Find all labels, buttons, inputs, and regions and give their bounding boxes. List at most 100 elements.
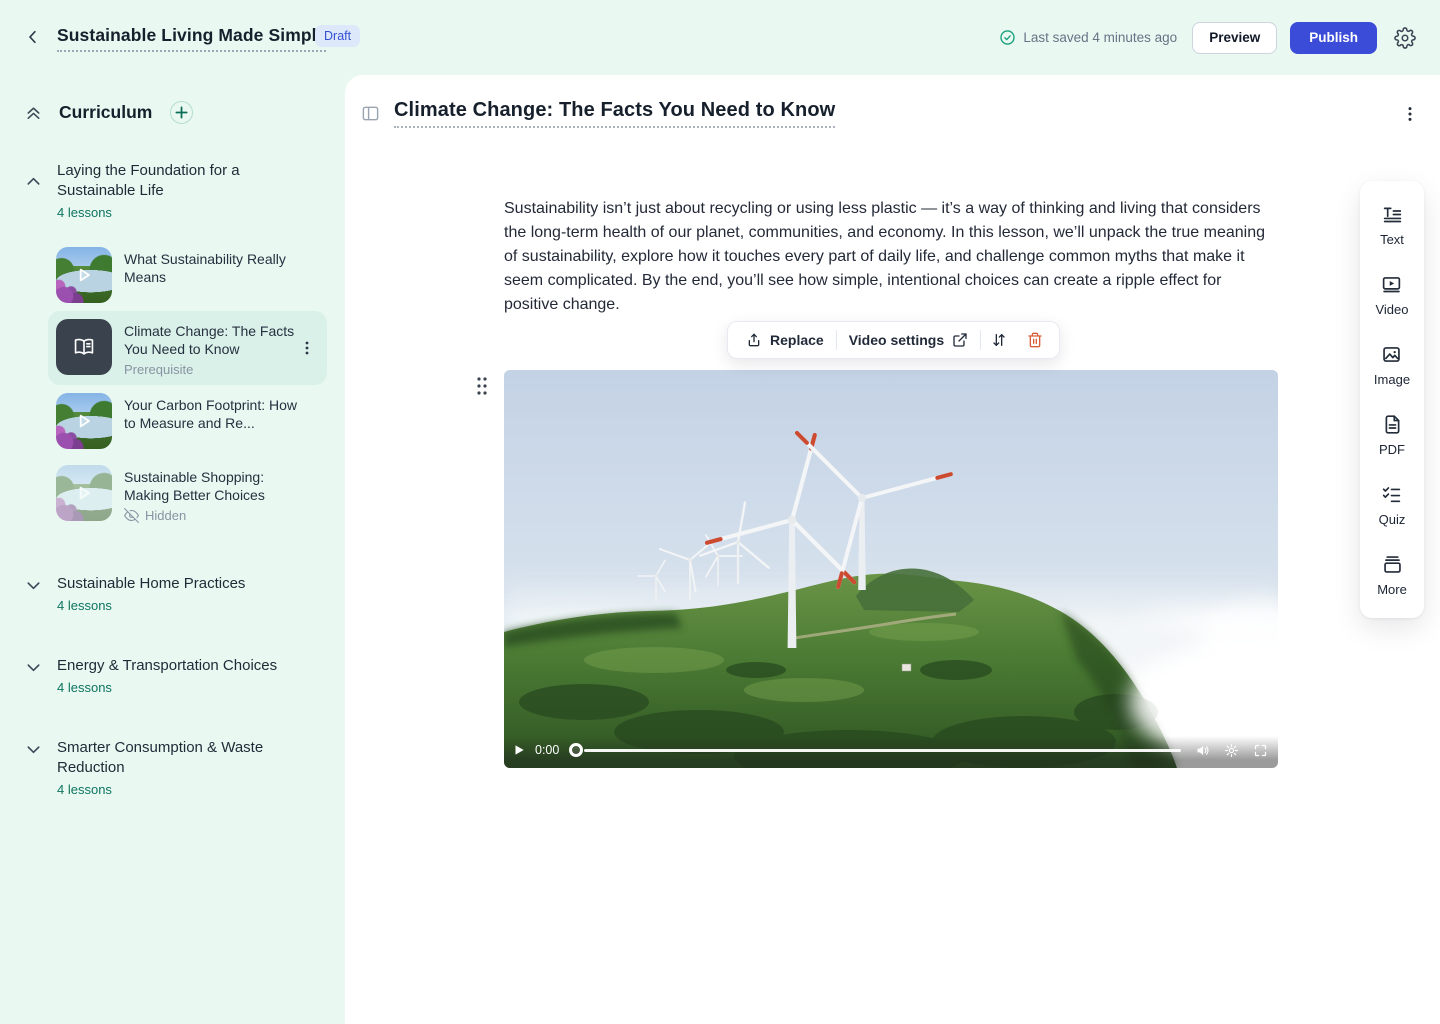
video-timestamp: 0:00 — [535, 743, 559, 757]
save-status: Last saved 4 minutes ago — [999, 29, 1177, 46]
player-settings-icon[interactable] — [1224, 743, 1239, 758]
topbar: Sustainable Living Made Simple Draft Las… — [0, 0, 1440, 75]
lesson-item-sustainable-shopping[interactable]: Sustainable Shopping: Making Better Choi… — [48, 457, 327, 531]
add-video-block-button[interactable]: Video — [1375, 274, 1408, 317]
block-drag-handle[interactable] — [476, 376, 488, 396]
plus-icon — [175, 106, 188, 119]
video-settings-button[interactable]: Video settings — [837, 322, 980, 358]
lesson-title: What Sustainability Really Means — [124, 250, 302, 286]
lesson-kebab-menu[interactable] — [299, 340, 315, 356]
section-title: Laying the Foundation for a Sustainable … — [57, 161, 292, 201]
lesson-count: 4 lessons — [57, 205, 292, 220]
block-label: More — [1377, 582, 1407, 597]
chevron-down-icon[interactable] — [24, 740, 43, 759]
video-thumbnail — [56, 393, 112, 449]
lesson-item-carbon-footprint[interactable]: Your Carbon Footprint: How to Measure an… — [48, 385, 327, 457]
open-book-icon — [71, 334, 97, 360]
scrubber-handle[interactable] — [569, 743, 583, 757]
play-icon — [56, 247, 112, 303]
gear-icon — [1394, 27, 1416, 49]
volume-icon[interactable] — [1195, 743, 1210, 758]
play-button[interactable] — [512, 743, 526, 757]
add-pdf-block-button[interactable]: PDF — [1379, 414, 1405, 457]
lesson-title: Climate Change: The Facts You Need to Kn… — [124, 322, 302, 358]
curriculum-header: Curriculum — [0, 75, 345, 124]
lesson-editor-canvas: Climate Change: The Facts You Need to Kn… — [345, 75, 1440, 1024]
fullscreen-icon[interactable] — [1253, 743, 1268, 758]
block-label: Quiz — [1379, 512, 1406, 527]
chevron-up-icon[interactable] — [24, 172, 43, 191]
play-icon — [56, 465, 112, 521]
section-header-2[interactable]: Sustainable Home Practices 4 lessons — [0, 574, 345, 613]
text-block-icon — [1382, 204, 1403, 225]
trash-icon — [1027, 332, 1043, 348]
more-blocks-button[interactable]: More — [1377, 554, 1407, 597]
status-badge: Draft — [315, 25, 360, 47]
last-saved-text: Last saved 4 minutes ago — [1023, 30, 1177, 45]
section-header-4[interactable]: Smarter Consumption & Waste Reduction 4 … — [0, 738, 345, 797]
lesson-item-what-sustainability[interactable]: What Sustainability Really Means — [48, 239, 327, 311]
add-image-block-button[interactable]: Image — [1374, 344, 1410, 387]
chevron-left-icon — [24, 28, 42, 46]
lesson-item-climate-change[interactable]: Climate Change: The Facts You Need to Kn… — [48, 311, 327, 385]
reorder-block-button[interactable] — [981, 322, 1017, 358]
content-blocks-panel: Text Video Image PDF Quiz More — [1360, 181, 1424, 618]
quiz-block-icon — [1381, 484, 1402, 505]
add-text-block-button[interactable]: Text — [1380, 204, 1404, 247]
chevron-down-icon[interactable] — [24, 576, 43, 595]
video-still-wind-turbines — [504, 370, 1278, 768]
video-block-toolbar: Replace Video settings — [727, 321, 1060, 359]
external-link-icon — [952, 332, 968, 348]
section-header-3[interactable]: Energy & Transportation Choices 4 lesson… — [0, 656, 345, 695]
check-circle-icon — [999, 29, 1016, 46]
replace-video-button[interactable]: Replace — [734, 322, 836, 358]
lesson-options-kebab[interactable] — [1402, 106, 1418, 122]
sidebar-toggle-icon[interactable] — [361, 104, 380, 123]
image-block-icon — [1381, 344, 1402, 365]
course-title[interactable]: Sustainable Living Made Simple — [57, 25, 326, 52]
lesson-meta-hidden: Hidden — [124, 508, 302, 523]
section-header-1[interactable]: Laying the Foundation for a Sustainable … — [0, 161, 345, 220]
sort-arrows-icon — [991, 332, 1007, 348]
lesson-page-title[interactable]: Climate Change: The Facts You Need to Kn… — [394, 99, 835, 128]
reading-lesson-tile — [56, 319, 112, 375]
add-section-button[interactable] — [170, 101, 193, 124]
pdf-block-icon — [1382, 414, 1403, 435]
lesson-count: 4 lessons — [57, 680, 277, 695]
upload-icon — [746, 332, 762, 348]
lesson-count: 4 lessons — [57, 598, 245, 613]
video-thumbnail — [56, 247, 112, 303]
video-thumbnail-hidden — [56, 465, 112, 521]
lesson-title: Sustainable Shopping: Making Better Choi… — [124, 468, 302, 504]
progress-track[interactable] — [584, 749, 1181, 752]
video-controls-bar: 0:00 — [504, 736, 1278, 768]
section-title: Smarter Consumption & Waste Reduction — [57, 738, 292, 778]
lesson-count: 4 lessons — [57, 782, 292, 797]
block-label: Text — [1380, 232, 1404, 247]
video-block-icon — [1381, 274, 1402, 295]
video-player[interactable]: 0:00 — [504, 370, 1278, 768]
section-title: Energy & Transportation Choices — [57, 656, 277, 676]
curriculum-sidebar: Curriculum Laying the Foundation for a S… — [0, 75, 345, 1024]
eye-off-icon — [124, 508, 139, 523]
more-block-icon — [1382, 554, 1403, 575]
curriculum-title: Curriculum — [59, 102, 152, 123]
preview-button[interactable]: Preview — [1192, 22, 1277, 54]
course-builder-app: Sustainable Living Made Simple Draft Las… — [0, 0, 1440, 1024]
lesson-body-text[interactable]: Sustainability isn’t just about recyclin… — [504, 197, 1280, 317]
chevron-down-icon[interactable] — [24, 658, 43, 677]
block-label: PDF — [1379, 442, 1405, 457]
add-quiz-block-button[interactable]: Quiz — [1379, 484, 1406, 527]
lesson-title: Your Carbon Footprint: How to Measure an… — [124, 396, 302, 432]
block-label: Video — [1375, 302, 1408, 317]
delete-block-button[interactable] — [1017, 322, 1053, 358]
publish-button[interactable]: Publish — [1290, 22, 1377, 54]
block-label: Image — [1374, 372, 1410, 387]
lesson-meta-prerequisite: Prerequisite — [124, 362, 302, 377]
lesson-list: What Sustainability Really Means Climate… — [48, 239, 327, 531]
section-title: Sustainable Home Practices — [57, 574, 245, 594]
collapse-all-icon[interactable] — [24, 103, 43, 122]
back-button[interactable] — [22, 26, 44, 48]
play-icon — [56, 393, 112, 449]
settings-gear-button[interactable] — [1394, 27, 1416, 49]
